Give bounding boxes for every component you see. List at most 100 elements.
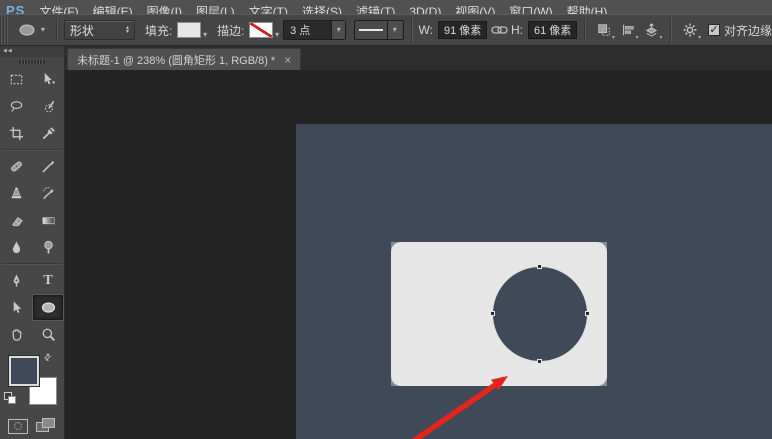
divider [670,17,671,43]
stroke-label: 描边: [217,22,244,39]
chevron-down-icon: ▾ [337,26,341,34]
chevron-down-icon[interactable]: ▾ [203,31,207,39]
path-alignment-button[interactable]: ▾ [618,19,638,41]
photoshop-window: PS 文件(F) 编辑(E) 图像(I) 图层(L) 文字(T) 选择(S) 滤… [0,0,772,439]
menu-help[interactable]: 帮助(H) [567,6,608,14]
zoom-tool[interactable] [32,321,64,348]
history-brush-tool[interactable] [32,180,64,207]
align-edges-checkbox[interactable]: ✓ [708,24,720,36]
align-edges-label: 对齐边缘 [724,22,772,39]
red-annotation-arrow [296,124,772,439]
blur-tool[interactable] [0,234,32,261]
divider [411,17,412,43]
collapse-panel-button[interactable]: ◀◀ [0,46,64,57]
stroke-type-combo[interactable]: ▾ [354,20,403,40]
chevron-down-icon: ▾ [636,35,639,41]
ellipse-tool-preset-icon [16,22,38,38]
path-operations-button[interactable]: ▾ [594,19,614,41]
link-dimensions-button[interactable] [489,19,509,41]
chevron-down-icon: ▾ [659,35,662,41]
tool-mode-select[interactable]: 形状 ▴▾ [64,20,135,40]
hand-tool[interactable] [0,321,32,348]
swap-colors-icon[interactable]: ⇄ [41,351,54,364]
document-tab-title: 未标题-1 @ 238% (圆角矩形 1, RGB/8) * [77,52,275,68]
align-icon [621,23,635,37]
path-selection-tool[interactable] [0,294,32,321]
menu-select[interactable]: 选择(S) [302,6,342,14]
stroke-color-swatch[interactable] [249,22,273,38]
eraser-tool[interactable] [0,207,32,234]
chevron-down-icon: ▾ [393,26,397,34]
ellipse-icon [40,300,57,315]
menu-layer[interactable]: 图层(L) [196,6,235,14]
gradient-tool[interactable] [32,207,64,234]
height-label: H: [511,23,523,37]
move-tool[interactable] [32,66,64,93]
ellipse-tool[interactable] [32,294,64,321]
panel-grip[interactable] [19,60,45,64]
shape-height-input[interactable]: 61 像素 [528,21,577,39]
menu-filter[interactable]: 滤镜(T) [356,6,395,14]
color-swatches: ⇄ [0,352,64,410]
document-tab-bar: 未标题-1 @ 238% (圆角矩形 1, RGB/8) * × [65,46,772,70]
width-label: W: [419,23,433,37]
menu-view[interactable]: 视图(V) [455,6,495,14]
rectangular-marquee-tool[interactable] [0,66,32,93]
default-colors-icon[interactable] [4,392,16,404]
document-tab[interactable]: 未标题-1 @ 238% (圆角矩形 1, RGB/8) * × [67,48,301,70]
chevron-down-icon[interactable]: ▾ [275,31,279,39]
path-arrangement-button[interactable]: ▾ [642,19,662,41]
divider [584,17,585,43]
eyedropper-tool[interactable] [32,120,64,147]
chevron-down-icon: ▾ [612,35,615,41]
tool-preset-picker[interactable]: ▾ [16,22,45,38]
pen-tool[interactable] [0,267,32,294]
clone-stamp-tool[interactable] [0,180,32,207]
dotted-circle-icon [14,422,22,430]
pen-nib-icon [9,273,24,288]
menu-file[interactable]: 文件(F) [39,6,78,14]
lasso-icon [9,99,24,114]
quick-mask-button[interactable] [8,419,28,434]
foreground-color-swatch[interactable] [9,356,39,386]
eyedropper-icon [41,126,56,141]
menu-type[interactable]: 文字(T) [249,6,288,14]
brush-tool[interactable] [32,153,64,180]
spot-healing-brush-tool[interactable] [0,153,32,180]
chevron-down-icon: ▾ [41,26,45,34]
quick-selection-tool[interactable] [32,93,64,120]
type-tool[interactable]: T [32,267,64,294]
stroke-width-combo[interactable]: 3 点 ▾ [283,20,346,40]
dodge-tool[interactable] [32,234,64,261]
shape-width-input[interactable]: 91 像素 [438,21,487,39]
geometry-options-button[interactable]: ▾ [680,19,700,41]
tool-options-bar: ▾ 形状 ▴▾ 填充: ▾ 描边: ▾ 3 点 ▾ ▾ W: [0,14,772,46]
photoshop-logo: PS [6,5,25,14]
water-drop-icon [9,240,24,255]
fill-label: 填充: [145,22,172,39]
lasso-tool[interactable] [0,93,32,120]
tool-separator [2,263,62,265]
stroke-width-dropdown-button[interactable]: ▾ [331,21,345,39]
crop-tool[interactable] [0,120,32,147]
document-canvas[interactable] [296,124,772,439]
menu-image[interactable]: 图像(I) [147,6,182,14]
chain-link-icon [491,24,508,36]
close-tab-icon[interactable]: × [284,54,291,66]
crop-icon [9,126,24,141]
menu-bar: PS 文件(F) 编辑(E) 图像(I) 图层(L) 文字(T) 选择(S) 滤… [0,0,772,14]
divider [56,17,57,43]
tool-mode-value: 形状 [70,22,94,39]
fill-color-swatch[interactable] [177,22,201,38]
stamp-icon [9,186,24,201]
hand-icon [9,327,24,342]
menu-3d[interactable]: 3D(D) [409,6,441,14]
screen-mode-button[interactable] [36,418,56,434]
menu-edit[interactable]: 编辑(E) [93,6,133,14]
menu-window[interactable]: 窗口(W) [509,6,552,14]
stroke-type-dropdown-button[interactable]: ▾ [387,21,401,39]
tools-panel: ◀◀ [0,46,65,439]
magnifier-icon [41,327,56,342]
bandage-icon [9,159,24,174]
options-bar-grip[interactable] [0,15,8,45]
